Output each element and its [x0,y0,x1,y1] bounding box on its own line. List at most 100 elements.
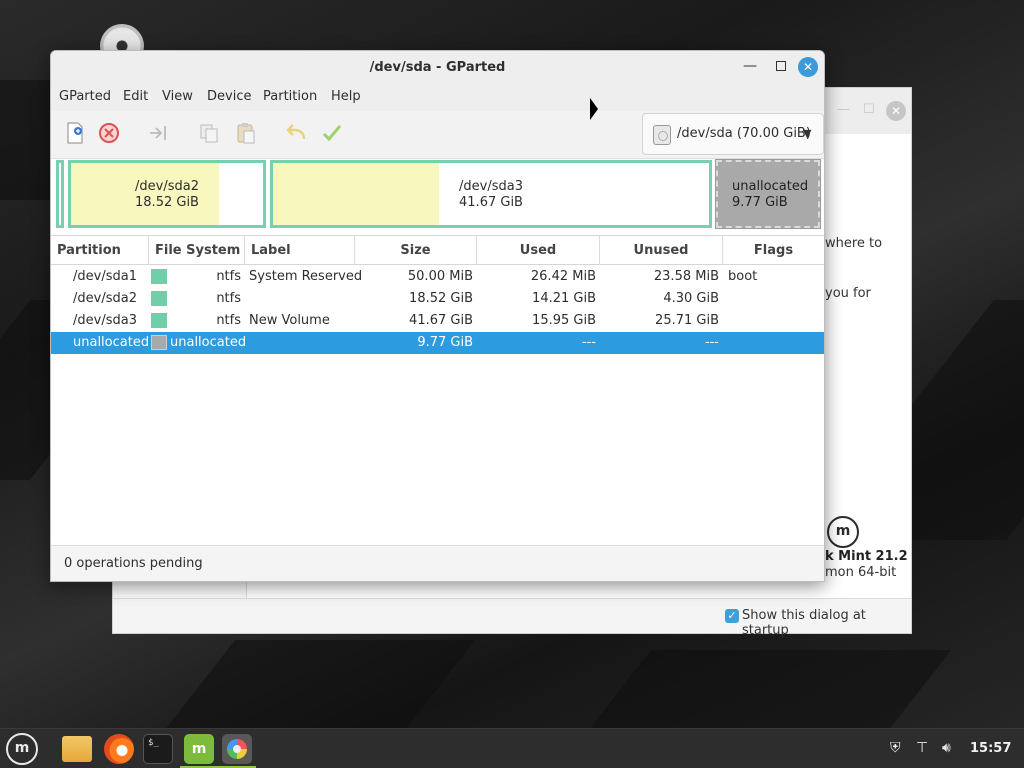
map-sda3-size: 41.67 GiB [459,195,523,210]
gparted-titlebar[interactable]: /dev/sda - GParted — ✕ [51,51,824,85]
fs-color-swatch [151,291,167,306]
map-sda2-name: /dev/sda2 [135,179,199,194]
col-used[interactable]: Used [477,236,600,265]
mintinstall-icon[interactable]: m [184,734,214,764]
taskbar: m $_ m ⛨ ⊤ 🔊︎ 15:57 [0,728,1024,768]
mouse-cursor-icon [590,98,598,120]
welcome-text-fragment: where to [825,236,883,251]
menubar: GParted Edit View Device Partition Help [51,85,824,111]
window-title: /dev/sda - GParted [369,60,506,75]
menu-edit[interactable]: Edit [123,89,148,104]
cell-used: --- [581,335,596,350]
cell-partition: unallocated [73,335,150,350]
cell-partition: /dev/sda2 [73,291,137,306]
disk-map: /dev/sda2 18.52 GiB /dev/sda3 41.67 GiB … [51,159,824,235]
close-button[interactable]: ✕ [798,57,818,77]
terminal-icon[interactable]: $_ [143,734,173,764]
menu-gparted[interactable]: GParted [59,89,111,104]
col-partition[interactable]: Partition [51,236,149,265]
table-row[interactable]: /dev/sda1 ntfs System Reserved 50.00 MiB… [51,266,824,288]
map-sda2-size: 18.52 GiB [135,195,199,210]
menu-help[interactable]: Help [331,89,361,104]
cell-unused: --- [704,335,719,350]
operations-status: 0 operations pending [64,556,203,571]
firefox-icon[interactable] [104,734,134,764]
cell-fs: ntfs [216,269,241,284]
table-row-selected[interactable]: unallocated unallocated 9.77 GiB --- --- [51,332,824,354]
cell-label: System Reserved [249,269,363,284]
paste-icon[interactable] [234,121,258,145]
delete-partition-icon[interactable] [97,121,121,145]
map-unallocated-size: 9.77 GiB [732,195,788,210]
startup-checkbox[interactable]: ✓ [725,609,739,623]
new-partition-icon[interactable] [63,121,87,145]
network-icon[interactable]: ⊤ [916,740,928,756]
menu-device[interactable]: Device [207,89,251,104]
cell-used: 15.95 GiB [532,313,596,328]
map-partition-sda1[interactable] [56,160,64,228]
undo-icon[interactable] [284,121,308,145]
welcome-text-fragment: you for [825,286,871,301]
mint-logo-icon: m [827,516,859,548]
apply-icon[interactable] [320,121,344,145]
resize-move-icon[interactable] [147,121,171,145]
map-sda3-name: /dev/sda3 [459,179,523,194]
minimize-button[interactable]: — [743,58,757,74]
cell-size: 50.00 MiB [407,269,473,284]
cell-fs: ntfs [216,291,241,306]
fs-color-swatch [151,313,167,328]
welcome-footer: ✓ Show this dialog at startup [113,598,911,638]
col-filesystem[interactable]: File System [149,236,245,265]
fs-color-swatch [151,269,167,284]
col-size[interactable]: Size [355,236,477,265]
table-row[interactable]: /dev/sda2 ntfs 18.52 GiB 14.21 GiB 4.30 … [51,288,824,310]
cell-size: 18.52 GiB [409,291,473,306]
cell-label: New Volume [249,313,330,328]
copy-icon[interactable] [197,121,221,145]
cell-fs: ntfs [216,313,241,328]
wallpaper-tile [164,640,476,728]
wallpaper-tile [588,650,952,728]
volume-icon[interactable]: 🔊︎ [942,740,951,756]
cell-used: 14.21 GiB [532,291,596,306]
map-unallocated[interactable]: unallocated 9.77 GiB [715,159,821,229]
col-flags[interactable]: Flags [723,236,824,265]
maximize-icon[interactable]: ☐ [863,102,875,117]
map-partition-sda3[interactable]: /dev/sda3 41.67 GiB [270,160,712,228]
disk-icon [653,125,671,145]
map-unallocated-label: unallocated 9.77 GiB [732,179,808,211]
col-unused[interactable]: Unused [600,236,723,265]
cell-size: 41.67 GiB [409,313,473,328]
menu-partition[interactable]: Partition [263,89,317,104]
cell-used: 26.42 MiB [530,269,596,284]
fs-color-swatch [151,335,167,350]
minimize-icon[interactable]: — [837,102,850,117]
toolbar: /dev/sda (70.00 GiB) ▼ [51,111,824,159]
clock[interactable]: 15:57 [970,741,1011,756]
menu-icon[interactable]: m [6,733,38,765]
cell-size: 9.77 GiB [417,335,473,350]
maximize-button[interactable] [776,61,786,71]
table-row[interactable]: /dev/sda3 ntfs New Volume 41.67 GiB 15.9… [51,310,824,332]
map-unallocated-name: unallocated [732,179,809,194]
files-icon[interactable] [62,736,92,762]
startup-checkbox-label[interactable]: Show this dialog at startup [742,608,911,638]
os-edition: mon 64-bit [825,565,897,580]
gparted-icon[interactable] [222,734,252,764]
statusbar: 0 operations pending [51,545,824,581]
cell-unused: 25.71 GiB [655,313,719,328]
close-icon[interactable]: ✕ [886,101,906,121]
partition-table: Partition File System Label Size Used Un… [51,235,824,547]
os-name: k Mint 21.2 [825,549,908,564]
col-label[interactable]: Label [245,236,355,265]
cell-partition: /dev/sda3 [73,313,137,328]
cell-partition: /dev/sda1 [73,269,137,284]
cell-unused: 23.58 MiB [653,269,719,284]
shield-icon[interactable]: ⛨ [890,740,901,756]
cell-flags: boot [728,269,758,284]
table-header: Partition File System Label Size Used Un… [51,235,824,265]
map-partition-sda2[interactable]: /dev/sda2 18.52 GiB [68,160,266,228]
menu-view[interactable]: View [162,89,193,104]
device-selector[interactable]: /dev/sda (70.00 GiB) ▼ [642,113,824,155]
device-label: /dev/sda (70.00 GiB) [677,126,811,141]
